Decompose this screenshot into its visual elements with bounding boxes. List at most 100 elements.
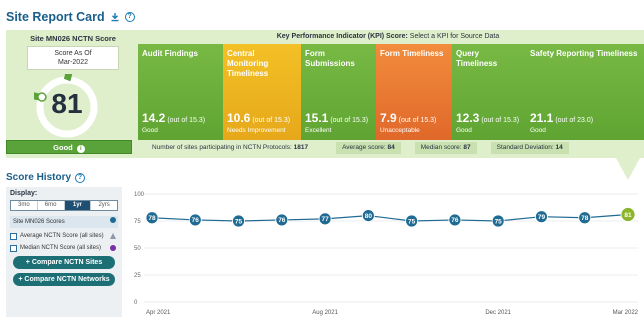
kpi-tile-query-timeliness[interactable]: Query Timeliness 12.3 (out of 15.3) Good xyxy=(452,44,526,140)
range-option-6mo[interactable]: 6mo xyxy=(37,201,65,210)
compare-sites-button[interactable]: + Compare NCTN Sites xyxy=(13,256,115,269)
y-tick-label: 0 xyxy=(134,300,138,306)
page-title: Site Report Card xyxy=(6,10,105,24)
help-icon[interactable]: ? xyxy=(75,172,86,183)
average-checkbox[interactable] xyxy=(10,233,17,240)
stat-stddev: Standard Deviation: 14 xyxy=(490,142,569,154)
data-point-label: 78 xyxy=(148,215,156,222)
rating-button[interactable]: Good i xyxy=(6,140,132,154)
kpi-tile-audit-findings[interactable]: Audit Findings 14.2 (out of 15.3) Good xyxy=(138,44,223,140)
kpi-tile-form-submissions[interactable]: Form Submissions 15.1 (out of 15.3) Exce… xyxy=(301,44,376,140)
legend-average[interactable]: Average NCTN Score (all sites) xyxy=(10,232,118,240)
site-marker-icon xyxy=(110,217,116,223)
kpi-rating: Unacceptable xyxy=(380,127,420,134)
range-option-2yrs[interactable]: 2yrs xyxy=(91,201,117,210)
range-selector: 3mo 6mo 1yr 2yrs xyxy=(10,200,118,211)
kpi-out-of: (out of 15.3) xyxy=(330,117,369,124)
score-history-header: Score History ? xyxy=(6,172,86,183)
data-point: 76 xyxy=(188,213,202,227)
data-point-label: 75 xyxy=(408,218,416,225)
y-tick-label: 25 xyxy=(134,273,141,279)
legend-median-label: Median NCTN Score (all sites) xyxy=(20,245,102,251)
kpi-rating: Good xyxy=(456,127,472,134)
kpi-name: Query Timeliness xyxy=(456,49,498,68)
info-icon[interactable]: i xyxy=(76,145,85,153)
kpi-out-of: (out of 15.3) xyxy=(252,117,291,124)
stat-stddev-value: 14 xyxy=(555,144,563,151)
kpi-tile-central-monitoring[interactable]: Central Monitoring Timeliness 10.6 (out … xyxy=(223,44,301,140)
data-point: 79 xyxy=(535,210,548,224)
legend-site-label: Site MN026 Scores xyxy=(13,219,65,225)
data-point: 77 xyxy=(318,212,332,226)
site-score-value: 81 xyxy=(51,88,83,119)
as-of-date: Mar-2022 xyxy=(58,59,88,66)
data-point: 80 xyxy=(361,209,375,223)
data-point: 78 xyxy=(578,211,592,225)
kpi-rating: Excellent xyxy=(305,127,332,134)
kpi-name: Form Timeliness xyxy=(380,49,444,58)
median-checkbox[interactable] xyxy=(10,245,17,252)
range-option-3mo[interactable]: 3mo xyxy=(11,201,38,210)
triangle-marker-icon xyxy=(110,233,116,239)
kpi-name: Audit Findings xyxy=(142,49,198,58)
report-card: Site MN026 NCTN Score Score As Of Mar-20… xyxy=(6,30,644,158)
series-line xyxy=(151,213,629,222)
stat-average-value: 84 xyxy=(387,144,395,151)
kpi-tile-safety-reporting[interactable]: Safety Reporting Timeliness 21.1 (out of… xyxy=(526,44,644,140)
y-tick-label: 75 xyxy=(134,219,141,225)
stat-median-value: 87 xyxy=(463,144,471,151)
data-point-label: 77 xyxy=(321,216,329,223)
stat-average: Average score: 84 xyxy=(336,142,401,154)
data-point: 76 xyxy=(275,213,289,227)
compare-networks-button[interactable]: + Compare NCTN Networks xyxy=(13,273,115,286)
score-history-chart: 0 25 50 75 100 78 76 75 76 77 80 75 76 75 79 78 81 Apr 20… xyxy=(128,188,644,327)
stat-median-label: Median score: xyxy=(420,144,462,151)
kpi-name: Safety Reporting Timeliness xyxy=(530,49,638,58)
callout-pointer xyxy=(616,158,640,180)
legend-median[interactable]: Median NCTN Score (all sites) xyxy=(10,244,118,252)
y-tick-label: 100 xyxy=(134,192,145,198)
kpi-tile-form-timeliness[interactable]: Form Timeliness 7.9 (out of 15.3) Unacce… xyxy=(376,44,452,140)
download-icon[interactable] xyxy=(110,12,120,22)
stat-median: Median score: 87 xyxy=(414,142,477,154)
as-of-label: Score As Of xyxy=(54,50,92,57)
kpi-score: 21.1 (out of 23.0) xyxy=(530,112,593,125)
kpi-score: 10.6 (out of 15.3) xyxy=(227,111,291,125)
data-point: 78 xyxy=(145,211,159,225)
data-point-label: 79 xyxy=(538,214,546,221)
score-as-of-box: Score As Of Mar-2022 xyxy=(27,46,119,70)
kpi-title-bold: Key Performance Indicator (KPI) Score: xyxy=(276,33,408,40)
help-icon[interactable]: ? xyxy=(124,12,135,22)
kpi-score-value: 10.6 xyxy=(227,111,251,125)
data-point-label: 78 xyxy=(581,215,589,222)
kpi-out-of: (out of 15.3) xyxy=(481,117,520,124)
site-score-panel: Site MN026 NCTN Score Score As Of Mar-20… xyxy=(12,34,134,70)
data-point-label: 75 xyxy=(495,218,503,225)
chart-svg: 0 25 50 75 100 78 76 75 76 77 80 75 76 75 79 78 81 Apr 20… xyxy=(134,192,639,316)
stat-stddev-label: Standard Deviation: xyxy=(496,144,554,151)
kpi-score-value: 7.9 xyxy=(380,111,397,125)
stat-sites-label: Number of sites participating in NCTN Pr… xyxy=(152,144,292,151)
x-tick-label: Aug 2021 xyxy=(312,310,338,316)
data-point: 75 xyxy=(491,214,505,228)
kpi-out-of: (out of 15.3) xyxy=(167,117,206,124)
x-tick-label: Dec 2021 xyxy=(485,310,511,316)
kpi-rating: Needs Improvement xyxy=(227,127,286,134)
data-point-label: 81 xyxy=(624,212,632,219)
data-point-label: 76 xyxy=(451,217,459,224)
kpi-title-rest: Select a KPI for Source Data xyxy=(407,33,500,40)
kpi-score: 7.9 (out of 15.3) xyxy=(380,111,437,125)
kpi-score: 12.3 (out of 15.3) xyxy=(456,112,520,125)
data-point-label: 76 xyxy=(192,217,200,224)
data-point: 75 xyxy=(405,214,419,228)
kpi-name: Form Submissions xyxy=(305,49,355,68)
display-label: Display: xyxy=(10,190,38,197)
data-point: 75 xyxy=(232,214,245,228)
kpi-rating: Good xyxy=(530,127,546,134)
kpi-title: Key Performance Indicator (KPI) Score: S… xyxy=(138,33,638,40)
range-option-1yr[interactable]: 1yr xyxy=(64,201,92,210)
kpi-score-value: 14.2 xyxy=(142,111,166,125)
legend-site-scores[interactable]: Site MN026 Scores xyxy=(10,216,118,228)
kpi-out-of: (out of 15.3) xyxy=(398,117,437,124)
kpi-score-value: 15.1 xyxy=(305,111,329,125)
